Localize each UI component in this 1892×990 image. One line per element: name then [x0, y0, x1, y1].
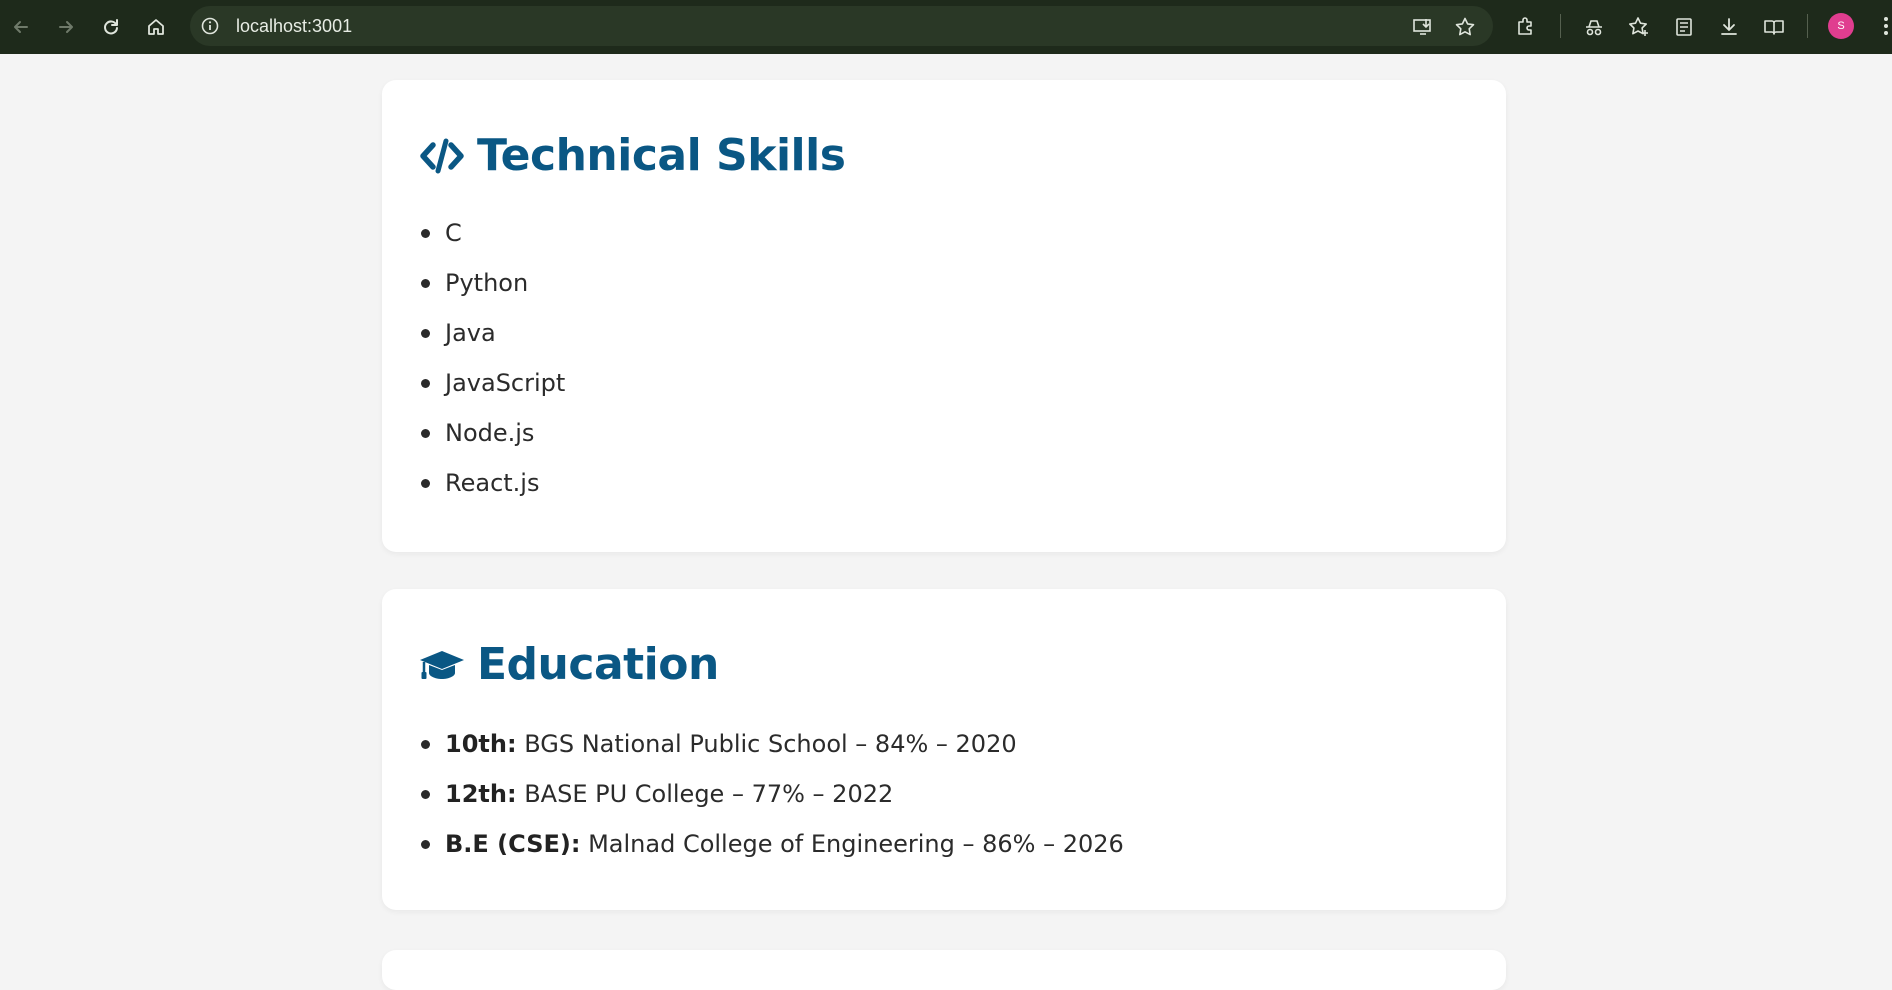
- education-detail: BGS National Public School – 84% – 2020: [524, 730, 1017, 758]
- graduation-cap-icon: [420, 650, 464, 679]
- address-bar[interactable]: localhost:3001: [190, 6, 1493, 46]
- site-info-icon[interactable]: [200, 16, 220, 36]
- education-item: 12th: BASE PU College – 77% – 2022: [419, 777, 1124, 827]
- reading-view-icon[interactable]: [1762, 15, 1786, 39]
- back-button[interactable]: [4, 10, 38, 44]
- bookmark-star-icon[interactable]: [1454, 16, 1476, 38]
- education-item: B.E (CSE): Malnad College of Engineering…: [419, 827, 1124, 877]
- url-text[interactable]: localhost:3001: [236, 16, 352, 36]
- browser-toolbar: localhost:3001 S: [0, 0, 1892, 54]
- next-section-card: [382, 950, 1506, 990]
- education-item: 10th: BGS National Public School – 84% –…: [419, 727, 1124, 777]
- reload-icon: [104, 19, 118, 35]
- code-icon: [420, 138, 464, 173]
- collections-icon[interactable]: [1672, 15, 1696, 39]
- forward-button[interactable]: [49, 10, 83, 44]
- skills-card: Technical Skills C Python Java JavaScrip…: [382, 80, 1506, 552]
- back-icon: [14, 21, 28, 33]
- skill-item: Node.js: [419, 416, 565, 466]
- skill-item: C: [419, 216, 565, 266]
- extensions-icon[interactable]: [1514, 15, 1538, 39]
- skills-heading: Technical Skills: [419, 130, 846, 181]
- skill-item: React.js: [419, 466, 565, 516]
- education-card: Education 10th: BGS National Public Scho…: [382, 589, 1506, 910]
- reload-button[interactable]: [94, 10, 128, 44]
- skill-item: Python: [419, 266, 565, 316]
- install-app-icon[interactable]: [1412, 16, 1434, 38]
- education-list: 10th: BGS National Public School – 84% –…: [419, 727, 1124, 877]
- skill-item: JavaScript: [419, 366, 565, 416]
- incognito-icon[interactable]: [1582, 15, 1606, 39]
- downloads-icon[interactable]: [1717, 15, 1741, 39]
- education-level: 12th:: [445, 780, 517, 808]
- education-heading: Education: [419, 639, 719, 690]
- education-level: B.E (CSE):: [445, 830, 581, 858]
- education-detail: Malnad College of Engineering – 86% – 20…: [588, 830, 1124, 858]
- skills-title: Technical Skills: [477, 130, 846, 181]
- education-title: Education: [477, 639, 719, 690]
- toolbar-separator: [1807, 14, 1808, 38]
- profile-avatar[interactable]: S: [1828, 13, 1854, 39]
- home-icon: [148, 19, 164, 35]
- forward-icon: [59, 21, 73, 33]
- education-level: 10th:: [445, 730, 517, 758]
- home-button[interactable]: [139, 10, 173, 44]
- favorites-icon[interactable]: [1627, 15, 1651, 39]
- skill-item: Java: [419, 316, 565, 366]
- more-menu-icon[interactable]: [1880, 14, 1892, 38]
- education-detail: BASE PU College – 77% – 2022: [524, 780, 894, 808]
- skills-list: C Python Java JavaScript Node.js React.j…: [419, 216, 565, 516]
- toolbar-separator: [1560, 14, 1561, 38]
